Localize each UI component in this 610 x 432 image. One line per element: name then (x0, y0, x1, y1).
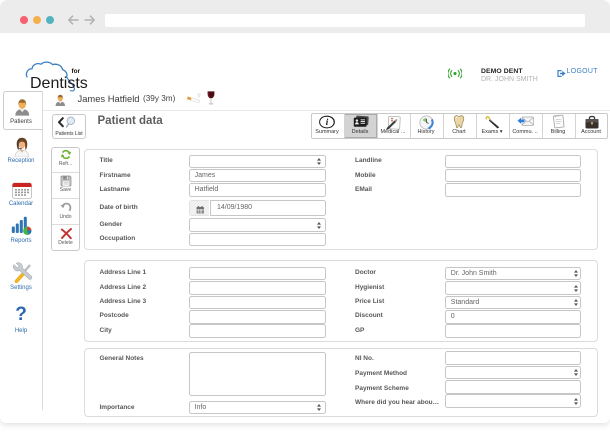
svg-text:i: i (326, 117, 329, 127)
